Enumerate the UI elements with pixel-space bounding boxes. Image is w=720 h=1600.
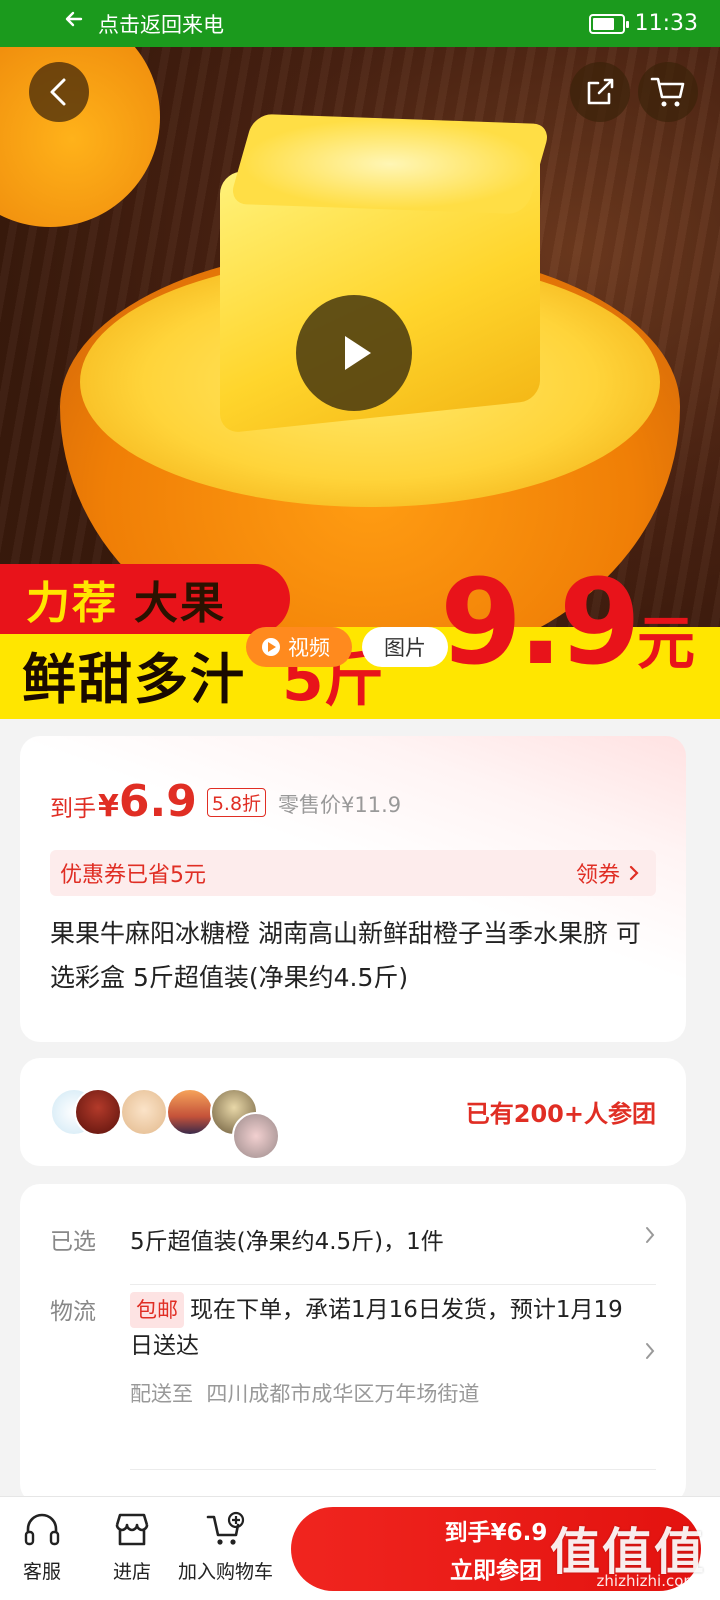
back-arrow-icon	[64, 9, 84, 35]
status-bar: 点击返回来电 11:33	[0, 0, 720, 47]
store-icon	[115, 1513, 149, 1546]
selection-label: 已选	[50, 1229, 96, 1255]
tab-video-label: 视频	[288, 636, 330, 660]
hero-tag: 力荐 大果	[0, 564, 290, 634]
share-button[interactable]	[570, 62, 630, 122]
buy-action-label: 立即参团	[450, 1558, 542, 1584]
hero-slogan: 鲜甜多汁	[22, 648, 246, 711]
avatar	[74, 1088, 122, 1136]
battery-icon	[588, 13, 629, 34]
hero-tag-2: 大果	[134, 578, 226, 629]
get-coupon-label: 领券	[575, 863, 620, 888]
participant-avatars	[50, 1088, 290, 1160]
group-count: 已有200+人参团	[465, 1100, 656, 1128]
coupon-bar[interactable]: 优惠券已省5元 领券	[50, 850, 656, 896]
play-icon	[262, 638, 280, 656]
delivery-promise: 现在下单，承诺1月16日发货，预计1月19日送达	[130, 1297, 623, 1359]
discount-badge: 5.8折	[206, 788, 267, 817]
avatar	[232, 1112, 280, 1160]
cart-add-icon	[206, 1511, 244, 1545]
share-icon	[587, 78, 614, 105]
chevron-right-icon	[629, 865, 639, 881]
headset-icon	[24, 1513, 60, 1546]
buy-price-label: 到手¥6.9	[444, 1520, 548, 1546]
price-currency: ¥	[98, 789, 119, 824]
logistics-row[interactable]: 物流 包邮 现在下单，承诺1月16日发货，预计1月19日送达 配送至 四川成都市成…	[50, 1292, 656, 1452]
back-to-call[interactable]: 点击返回来电	[64, 9, 589, 39]
service-label: 客服	[22, 1561, 61, 1583]
coupon-text: 优惠券已省5元	[60, 863, 206, 888]
price-amount: 6.9	[118, 776, 197, 827]
hero-price-value: 9.9	[440, 553, 641, 691]
store-label: 进店	[112, 1561, 151, 1583]
get-coupon-button[interactable]: 领券	[576, 857, 640, 889]
product-media[interactable]: 鲜甜多汁 5斤 力荐 大果 9.9元 视频 图片	[0, 47, 720, 719]
ship-to-address: 四川成都市成华区万年场街道	[206, 1382, 480, 1406]
info-card: 已选 5斤超值装(净果约4.5斤)，1件 物流 包邮 现在下单，承诺1月16日发货…	[20, 1184, 686, 1504]
add-to-cart-button[interactable]: 加入购物车	[178, 1511, 273, 1584]
ship-to: 配送至 四川成都市成华区万年场街道	[130, 1378, 479, 1408]
selection-row[interactable]: 已选 5斤超值装(净果约4.5斤)，1件	[50, 1222, 656, 1262]
logistics-text: 包邮 现在下单，承诺1月16日发货，预计1月19日送达	[130, 1292, 630, 1364]
group-buy-card[interactable]: 已有200+人参团	[20, 1058, 686, 1166]
avatar	[166, 1088, 214, 1136]
watermark-url: zhizhizhi.com	[596, 1572, 698, 1590]
back-button[interactable]	[29, 62, 89, 122]
price-card: 到手 ¥ 6.9 5.8折 零售价¥11.9 优惠券已省5元 领券 果果牛麻阳冰…	[20, 736, 686, 1042]
free-shipping-tag: 包邮	[130, 1292, 184, 1328]
price-row: 到手 ¥ 6.9 5.8折 零售价¥11.9	[50, 776, 401, 827]
cart-icon	[650, 77, 685, 107]
retail-price: 零售价¥11.9	[278, 793, 402, 817]
product-title: 果果牛麻阳冰糖橙 湖南高山新鲜甜橙子当季水果脐 可选彩盒 5斤超值装(净果约4.…	[50, 919, 641, 992]
hero-tag-1: 力荐	[26, 578, 118, 629]
chevron-right-icon	[644, 1222, 656, 1252]
chevron-left-icon	[50, 78, 66, 106]
add-cart-label: 加入购物车	[178, 1561, 274, 1583]
tab-photo-label: 图片	[384, 636, 426, 660]
avatar	[120, 1088, 168, 1136]
media-tabs: 视频 图片	[246, 627, 448, 667]
selection-value: 5斤超值装(净果约4.5斤)，1件	[130, 1229, 444, 1255]
cart-button[interactable]	[638, 62, 698, 122]
store-button[interactable]: 进店	[112, 1511, 152, 1584]
logistics-label: 物流	[50, 1299, 96, 1325]
price-prefix: 到手	[50, 796, 96, 822]
ship-to-label: 配送至	[130, 1382, 193, 1406]
clock: 11:33	[634, 11, 698, 36]
hero-price: 9.9元	[440, 553, 695, 691]
tab-photo[interactable]: 图片	[362, 627, 448, 667]
play-video-button[interactable]	[296, 295, 412, 411]
customer-service-button[interactable]: 客服	[22, 1511, 62, 1584]
hero-price-unit: 元	[637, 609, 696, 677]
back-call-label: 点击返回来电	[98, 12, 224, 37]
tab-video[interactable]: 视频	[246, 627, 352, 667]
chevron-right-icon	[644, 1338, 656, 1368]
